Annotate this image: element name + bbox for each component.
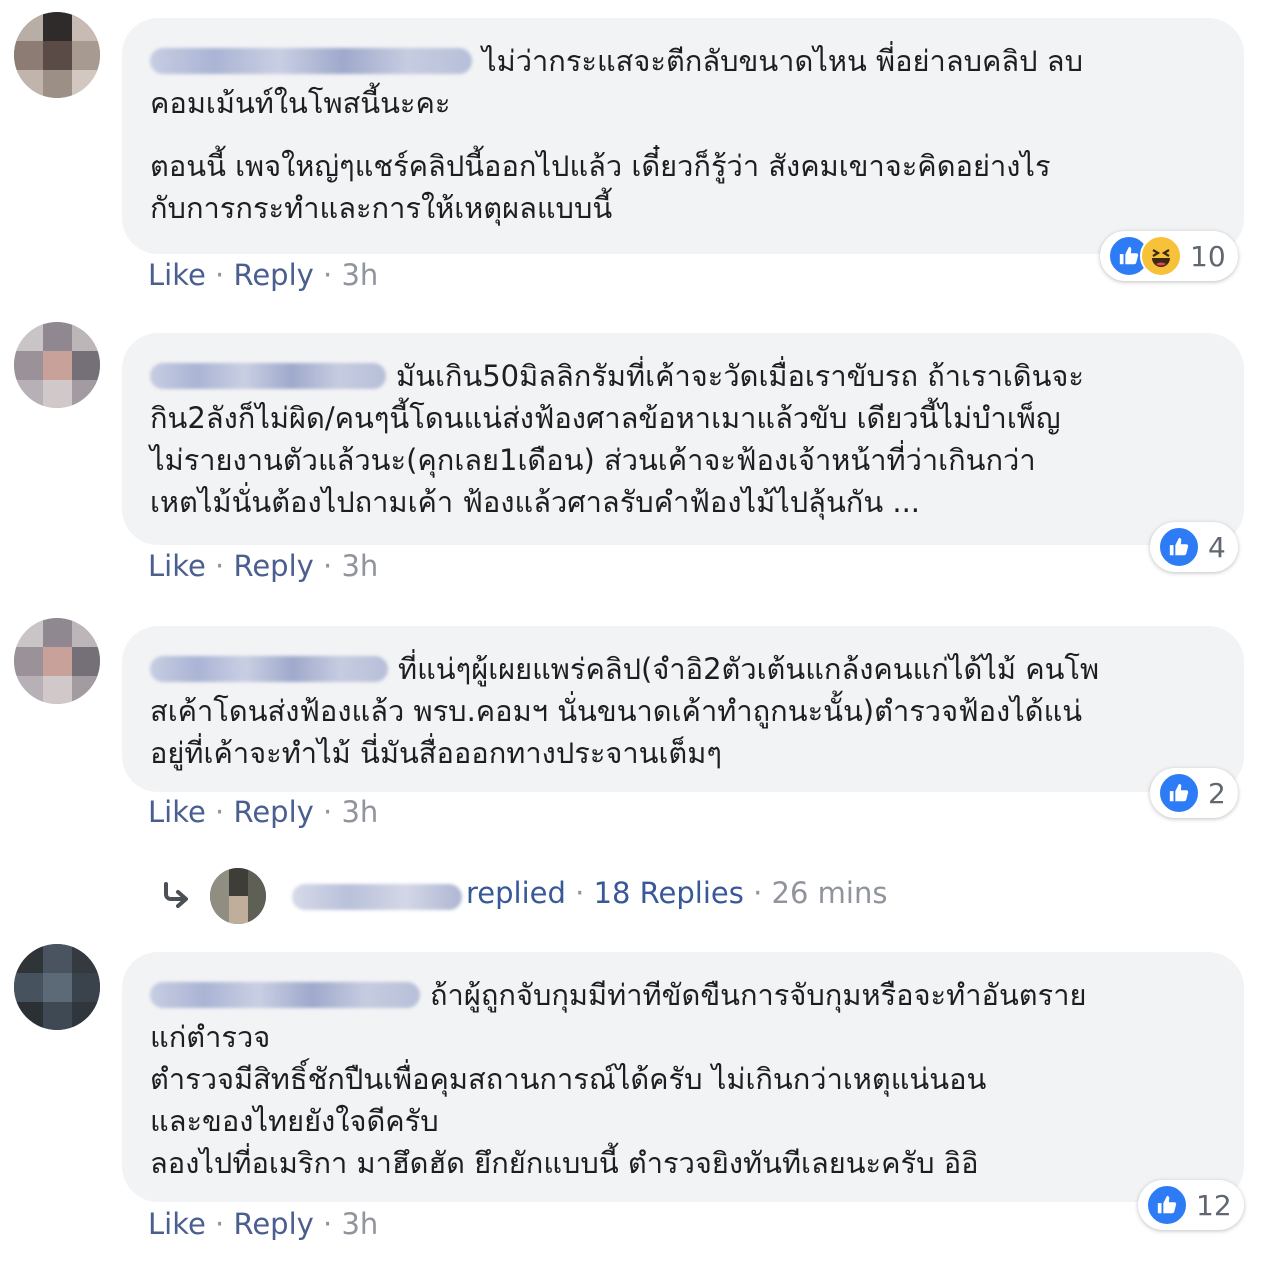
replier-name[interactable]: [292, 884, 462, 910]
comment-text-2: ตอนนี้ เพจใหญ่ๆแชร์คลิปนี้ออกไปแล้ว เดี๋…: [150, 149, 1051, 225]
replies-count-link[interactable]: 18 Replies: [594, 876, 744, 910]
separator: ·: [215, 258, 234, 292]
reaction-count: 10: [1190, 239, 1226, 273]
comment-text: ที่แน่ๆผู้เผยแพร่คลิป(จำอิ2ตัวเต้นแกล้งค…: [150, 652, 1100, 770]
separator: ·: [323, 258, 342, 292]
timestamp: 26 mins: [771, 876, 888, 910]
timestamp[interactable]: 3h: [341, 549, 378, 583]
reply-link[interactable]: Reply: [233, 1207, 313, 1241]
separator: ·: [215, 795, 234, 829]
reply-link[interactable]: Reply: [233, 795, 313, 829]
avatar[interactable]: [14, 944, 100, 1030]
comment-text: ถ้าผู้ถูกจับกุมมีท่าทีขัดขืนการจับกุมหรื…: [150, 978, 1087, 1180]
timestamp[interactable]: 3h: [341, 1207, 378, 1241]
comment-actions: Like · Reply · 3h: [148, 549, 378, 583]
comment-text: มันเกิน50มิลลิกรัมที่เค้าจะวัดเมื่อเราขั…: [150, 359, 1084, 519]
separator: ·: [753, 876, 772, 910]
separator: ·: [323, 1207, 342, 1241]
commenter-name[interactable]: [150, 363, 386, 389]
reaction-summary[interactable]: 10: [1100, 231, 1238, 281]
comment-text: ไม่ว่ากระแสจะตีกลับขนาดไหน พี่อย่าลบคลิป…: [150, 44, 1083, 120]
reaction-summary[interactable]: 2: [1150, 768, 1238, 818]
commenter-name[interactable]: [150, 656, 388, 682]
comment-bubble: ถ้าผู้ถูกจับกุมมีท่าทีขัดขืนการจับกุมหรื…: [122, 952, 1244, 1202]
reaction-summary[interactable]: 4: [1150, 522, 1238, 572]
replied-label: replied: [466, 876, 566, 910]
comment-actions: Like · Reply · 3h: [148, 795, 378, 829]
like-icon: [1146, 1184, 1188, 1226]
like-icon: [1158, 526, 1200, 568]
reaction-count: 4: [1208, 530, 1226, 564]
comment-bubble: ที่แน่ๆผู้เผยแพร่คลิป(จำอิ2ตัวเต้นแกล้งค…: [122, 626, 1244, 792]
timestamp[interactable]: 3h: [341, 258, 378, 292]
comment-bubble: ไม่ว่ากระแสจะตีกลับขนาดไหน พี่อย่าลบคลิป…: [122, 18, 1244, 254]
reaction-count: 2: [1208, 776, 1226, 810]
comment-actions: Like · Reply · 3h: [148, 1207, 378, 1241]
separator: ·: [323, 795, 342, 829]
replies-summary: replied · 18 Replies · 26 mins: [466, 876, 887, 910]
like-icon: [1158, 772, 1200, 814]
commenter-name[interactable]: [150, 48, 472, 74]
separator: ·: [323, 549, 342, 583]
like-link[interactable]: Like: [148, 258, 206, 292]
avatar[interactable]: [210, 868, 266, 924]
reply-link[interactable]: Reply: [233, 258, 313, 292]
comment-bubble: มันเกิน50มิลลิกรัมที่เค้าจะวัดเมื่อเราขั…: [122, 333, 1244, 545]
comment-actions: Like · Reply · 3h: [148, 258, 378, 292]
commenter-name[interactable]: [150, 982, 420, 1008]
reply-arrow-icon: [160, 880, 192, 917]
haha-icon: [1140, 235, 1182, 277]
reaction-summary[interactable]: 12: [1138, 1180, 1244, 1230]
separator: ·: [215, 549, 234, 583]
avatar[interactable]: [14, 12, 100, 98]
like-link[interactable]: Like: [148, 549, 206, 583]
timestamp[interactable]: 3h: [341, 795, 378, 829]
separator: ·: [215, 1207, 234, 1241]
view-replies-row[interactable]: replied · 18 Replies · 26 mins: [160, 868, 960, 924]
reaction-count: 12: [1196, 1188, 1232, 1222]
like-link[interactable]: Like: [148, 1207, 206, 1241]
reply-link[interactable]: Reply: [233, 549, 313, 583]
like-link[interactable]: Like: [148, 795, 206, 829]
separator: ·: [575, 876, 594, 910]
avatar[interactable]: [14, 618, 100, 704]
avatar[interactable]: [14, 322, 100, 408]
